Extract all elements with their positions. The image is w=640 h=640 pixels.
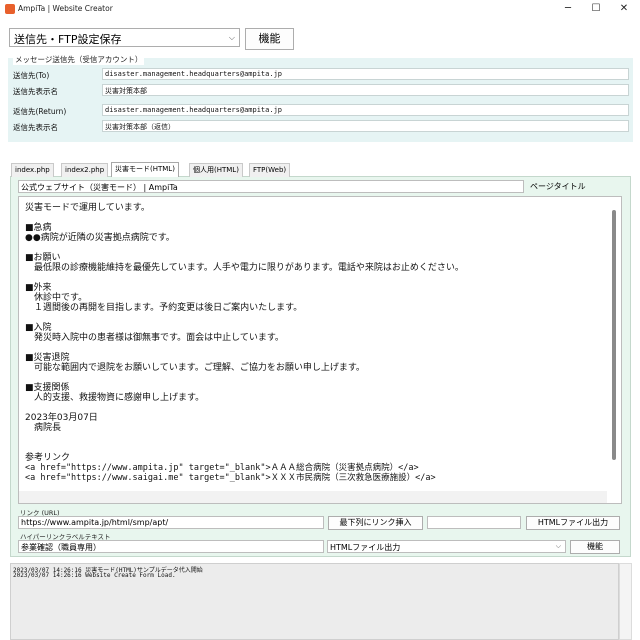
editor-line: 最低限の診療機能維持を最優先しています。人手や電力に限りがあります。電話や来院は… [25,263,464,273]
window-title: AmpiTa | Website Creator [18,4,113,13]
chevron-down-icon: ⌵ [228,33,235,42]
output-select-value: HTMLファイル出力 [330,543,401,552]
html-editor[interactable]: 災害モードで運用しています。 ■急病 ●●病院が近隣の災害拠点病院です。 ■お願… [18,196,622,504]
tab-index-php[interactable]: index.php [11,163,54,177]
chevron-down-icon: ⌵ [555,542,561,550]
to-display-name-label: 送信先表示名 [13,87,58,96]
maximize-icon[interactable]: ☐ [582,0,610,18]
editor-line: 発災時入院中の患者様は御無事です。面会は中止しています。 [25,333,284,343]
log-scrollbar[interactable] [619,563,632,640]
insert-link-button[interactable]: 最下列にリンク挿入 [328,516,423,530]
editor-scroll-thumb[interactable] [612,210,616,460]
page-title-input[interactable]: 公式ウェブサイト（災害モード） | AmpiTa [18,180,524,193]
link-extra-input[interactable] [427,516,521,529]
log-area[interactable]: 2023/03/07 14:26:16 災害モード(HTML)サンプルデータ代入… [10,563,619,640]
editor-line: ●●病院が近隣の災害拠点病院です。 [25,233,175,243]
bottom-function-button[interactable]: 機能 [570,540,620,554]
editor-line: 災害モードで運用しています。 [25,203,150,213]
return-display-name-field[interactable]: 災害対策本部（返信） [102,120,629,132]
minimize-icon[interactable]: ─ [554,0,582,18]
editor-line: １週間後の再開を目指します。予約変更は後日ご案内いたします。 [25,303,303,313]
editor-line: <a href="https://www.saigai.me" target="… [25,473,436,483]
app-logo-icon [5,4,15,14]
action-select[interactable]: 送信先・FTP設定保存 ⌵ [9,28,240,47]
editor-horizontal-scrollbar[interactable] [19,491,607,503]
to-label: 送信先(To) [13,71,50,80]
editor-line: 病院長 [25,423,62,433]
log-line: 2023/03/07 14:26:16 Website Create Form … [13,572,176,579]
return-label: 返信先(Return) [13,107,67,116]
tab-index2-php[interactable]: index2.php [61,163,109,177]
to-display-name-field[interactable]: 災害対策本部 [102,84,629,96]
tab-disaster-mode-html[interactable]: 災害モード(HTML) [111,162,179,177]
editor-line: 可能な範囲内で退院をお願いしています。ご理解、ご協力をお願い申し上げます。 [25,363,365,373]
editor-line: 人的支援、救援物資に感謝申し上げます。 [25,393,205,403]
tab-ftp-web[interactable]: FTP(Web) [249,163,291,177]
hyperlink-text-input[interactable]: 参業確認（職員専用） [18,540,324,553]
function-button[interactable]: 機能 [245,28,294,50]
page-title-label: ページタイトル [530,182,586,191]
output-select[interactable]: HTMLファイル出力 ⌵ [327,540,566,553]
panel-caption: メッセージ送信先（受信アカウント） [13,54,145,65]
action-select-value: 送信先・FTP設定保存 [14,33,122,46]
tab-personal-html[interactable]: 個人用(HTML) [189,163,243,177]
close-icon[interactable]: ✕ [610,0,638,18]
return-display-name-label: 返信先表示名 [13,123,58,132]
html-output-button[interactable]: HTMLファイル出力 [526,516,620,530]
return-field[interactable]: disaster.management.headquarters@ampita.… [102,104,629,116]
to-field[interactable]: disaster.management.headquarters@ampita.… [102,68,629,80]
link-url-input[interactable]: https://www.ampita.jp/html/smp/apt/ [18,516,324,529]
